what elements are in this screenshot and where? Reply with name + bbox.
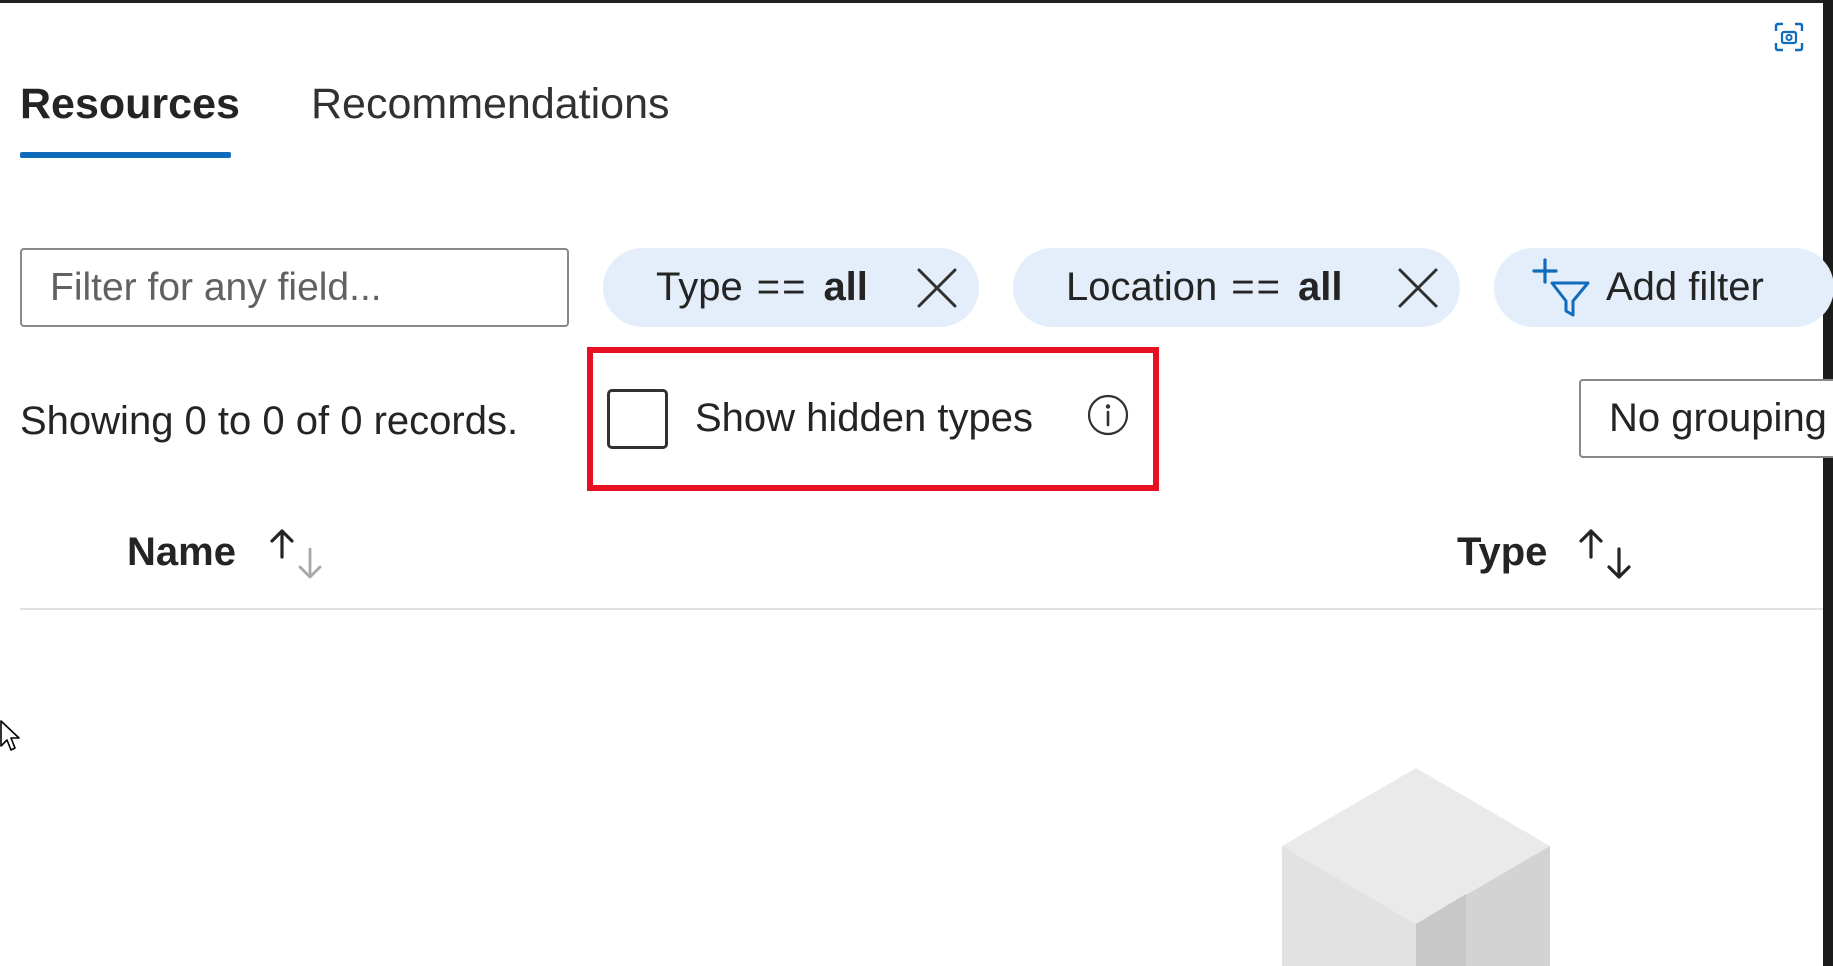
mouse-cursor-icon xyxy=(0,720,20,751)
cube-icon xyxy=(1282,768,1550,966)
pill-field: Location xyxy=(1066,265,1218,309)
close-icon[interactable] xyxy=(916,267,958,309)
add-filter-button[interactable]: Add filter xyxy=(1494,248,1833,327)
info-icon[interactable] xyxy=(1087,394,1129,436)
pill-value: all xyxy=(1297,265,1343,309)
pill-value: all xyxy=(823,265,868,309)
column-header-name[interactable]: Name xyxy=(127,527,236,577)
selected-tab-indicator xyxy=(20,152,231,158)
show-hidden-types-label[interactable]: Show hidden types xyxy=(695,393,1033,443)
tab-resources[interactable]: Resources xyxy=(20,76,240,132)
close-icon[interactable] xyxy=(1397,267,1439,309)
pill-field: Type xyxy=(656,265,743,309)
pill-operator: == xyxy=(1231,265,1282,309)
table-header-divider xyxy=(20,608,1823,610)
sort-icon[interactable] xyxy=(262,525,328,583)
records-count: Showing 0 to 0 of 0 records. xyxy=(20,399,519,443)
tab-recommendations[interactable]: Recommendations xyxy=(311,76,670,132)
window-right-edge xyxy=(1823,0,1833,966)
add-filter-label: Add filter xyxy=(1606,265,1764,309)
type-filter-pill[interactable]: Type == all xyxy=(603,248,979,327)
filter-input[interactable] xyxy=(20,248,569,327)
add-filter-icon xyxy=(1532,257,1590,316)
show-hidden-types-checkbox[interactable] xyxy=(607,389,668,449)
location-filter-pill[interactable]: Location == all xyxy=(1013,248,1460,327)
grouping-select[interactable]: No grouping xyxy=(1579,379,1833,458)
sort-icon[interactable] xyxy=(1571,525,1637,583)
column-header-type[interactable]: Type xyxy=(1457,527,1547,577)
pill-operator: == xyxy=(756,265,808,309)
screen-capture-icon[interactable] xyxy=(1774,22,1804,52)
window-top-border xyxy=(0,0,1833,3)
